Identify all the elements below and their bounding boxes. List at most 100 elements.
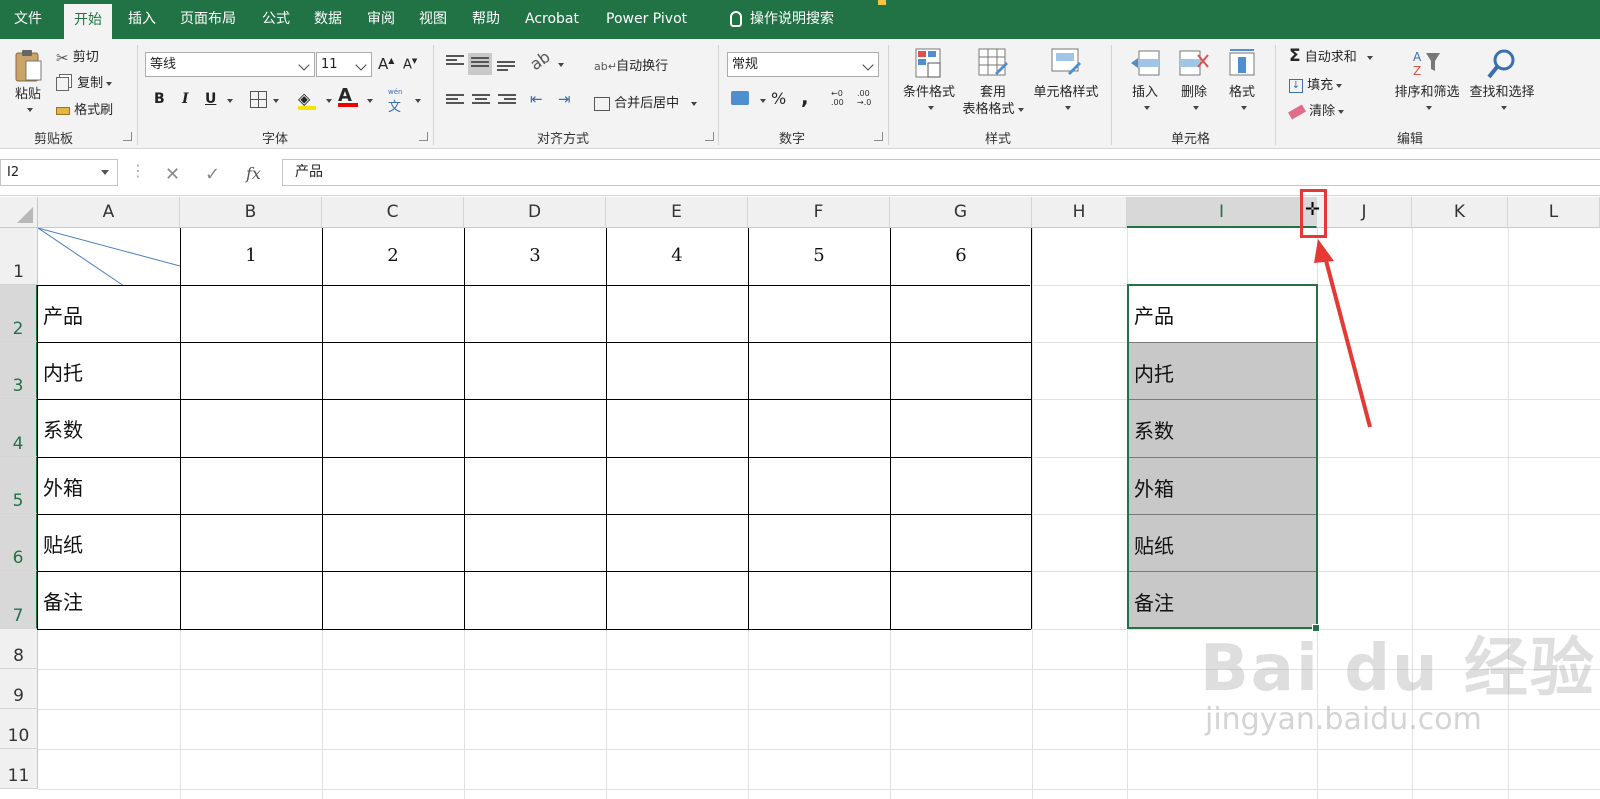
row-header-7[interactable]: 7 [0, 571, 38, 629]
tab-insert[interactable]: 插入 [128, 0, 156, 39]
row-label-cell[interactable]: 产品 [43, 300, 83, 329]
row-header-4[interactable]: 4 [0, 399, 38, 457]
row-header-9[interactable]: 9 [0, 669, 38, 709]
worksheet-grid[interactable]: ABCDEFGHIJKL 1 2 3 4 5 6 7 8 9 10 11 1 2 3 4 5 6 产品 内托 系数外… [0, 189, 1600, 799]
header-number-cell[interactable]: 4 [606, 245, 748, 266]
decrease-indent-icon[interactable]: ⇤ [530, 90, 543, 108]
number-format-select[interactable]: 常规 [727, 52, 879, 77]
font-name-select[interactable]: 等线 [145, 52, 315, 77]
row-header-8[interactable]: 8 [0, 629, 38, 669]
font-size-select[interactable]: 11 [316, 52, 372, 77]
row-label-cell[interactable]: 内托 [43, 357, 83, 386]
header-number-cell[interactable]: 3 [464, 245, 606, 266]
select-all-button[interactable] [0, 197, 38, 228]
column-header-k[interactable]: K [1412, 197, 1508, 228]
row-header-3[interactable]: 3 [0, 342, 38, 399]
wrap-text-button[interactable]: ab↵ 自动换行 [594, 55, 668, 74]
column-i-cell[interactable]: 内托 [1128, 342, 1316, 399]
increase-indent-icon[interactable]: ⇥ [558, 90, 571, 108]
tell-me-search[interactable]: 操作说明搜索 [730, 0, 834, 39]
row-header-11[interactable]: 11 [0, 749, 38, 789]
column-header-l[interactable]: L [1508, 197, 1600, 228]
dialog-launcher-icon[interactable] [123, 132, 132, 141]
delete-cells-button[interactable]: 删除 [1174, 47, 1214, 115]
format-as-table-button[interactable]: 套用 表格格式 [960, 47, 1026, 117]
currency-icon[interactable] [731, 91, 749, 105]
tab-help[interactable]: 帮助 [472, 0, 500, 39]
fill-color-button[interactable]: ◈ [298, 89, 316, 110]
paste-button[interactable]: 粘贴 [8, 47, 48, 117]
align-center-icon[interactable] [472, 94, 490, 108]
align-top-icon[interactable] [446, 55, 464, 69]
font-color-button[interactable]: A [338, 85, 358, 107]
sort-filter-button[interactable]: A Z 排序和筛选 [1388, 47, 1466, 115]
orientation-icon[interactable]: ab [526, 47, 553, 74]
tab-file[interactable]: 文件 [14, 0, 42, 39]
tab-review[interactable]: 审阅 [367, 0, 395, 39]
format-cells-button[interactable]: 格式 [1222, 47, 1262, 115]
cut-button[interactable]: ✂ 剪切 [56, 46, 99, 67]
align-middle-icon[interactable] [468, 53, 492, 75]
dialog-launcher-icon[interactable] [419, 132, 428, 141]
grow-font-button[interactable]: A▲ [378, 55, 394, 73]
dialog-launcher-icon[interactable] [705, 132, 714, 141]
copy-button[interactable]: 复制 [56, 72, 113, 91]
insert-function-button[interactable]: fx [246, 164, 261, 183]
format-painter-button[interactable]: 格式刷 [56, 99, 113, 118]
align-bottom-icon[interactable] [497, 61, 515, 75]
name-box[interactable]: I2 [0, 159, 118, 186]
insert-cells-button[interactable]: 插入 [1125, 47, 1165, 115]
column-i-cell[interactable]: 外箱 [1128, 457, 1316, 514]
tab-acrobat[interactable]: Acrobat [525, 0, 579, 39]
italic-button[interactable]: I [182, 91, 189, 107]
conditional-formatting-button[interactable]: 条件格式 [898, 47, 960, 115]
autosum-button[interactable]: Σ 自动求和 [1289, 46, 1373, 66]
formula-input[interactable]: 产品 [282, 159, 1600, 186]
bold-button[interactable]: B [154, 91, 165, 107]
decrease-decimal-icon[interactable]: .00 →.0 [857, 89, 871, 107]
tab-view[interactable]: 视图 [419, 0, 447, 39]
row-label-cell[interactable]: 备注 [43, 586, 83, 615]
phonetic-guide-button[interactable]: wén 文 [388, 89, 402, 116]
row-label-cell[interactable]: 外箱 [43, 472, 83, 501]
header-number-cell[interactable]: 2 [322, 245, 464, 266]
row-header-1[interactable]: 1 [0, 228, 38, 285]
find-select-button[interactable]: 查找和选择 [1464, 47, 1540, 115]
row-label-cell[interactable]: 贴纸 [43, 529, 83, 558]
merge-center-button[interactable]: 合并后居中 [594, 92, 698, 111]
cancel-icon[interactable]: ✕ [165, 164, 180, 185]
tab-power-pivot[interactable]: Power Pivot [606, 0, 687, 39]
row-header-10[interactable]: 10 [0, 709, 38, 749]
cell-styles-button[interactable]: 单元格样式 [1030, 47, 1102, 115]
column-header-d[interactable]: D [464, 197, 606, 228]
percent-button[interactable]: % [771, 89, 786, 108]
shrink-font-button[interactable]: A▼ [403, 57, 417, 72]
column-header-j[interactable]: J [1317, 197, 1412, 228]
dialog-launcher-icon[interactable] [874, 132, 883, 141]
header-number-cell[interactable]: 1 [180, 245, 322, 266]
fill-button[interactable]: ↓ 填充 [1289, 74, 1343, 93]
column-header-c[interactable]: C [322, 197, 464, 228]
align-right-icon[interactable] [498, 94, 516, 108]
column-i-cell[interactable]: 产品 [1128, 285, 1316, 342]
borders-button[interactable] [250, 91, 267, 108]
column-header-e[interactable]: E [606, 197, 748, 228]
row-label-cell[interactable]: 系数 [43, 414, 83, 443]
row-header-5[interactable]: 5 [0, 457, 38, 514]
header-number-cell[interactable]: 6 [890, 245, 1032, 266]
tab-formulas[interactable]: 公式 [262, 0, 290, 39]
clear-button[interactable]: 清除 [1288, 100, 1345, 119]
column-header-b[interactable]: B [180, 197, 322, 228]
tab-home[interactable]: 开始 [64, 4, 112, 39]
header-number-cell[interactable]: 5 [748, 245, 890, 266]
enter-check-icon[interactable]: ✓ [205, 164, 220, 185]
increase-decimal-icon[interactable]: ←0.00 [831, 89, 844, 107]
column-header-i[interactable]: I [1127, 197, 1317, 228]
comma-button[interactable]: , [801, 85, 809, 109]
column-i-cell[interactable]: 贴纸 [1128, 514, 1316, 571]
column-header-a[interactable]: A [38, 197, 180, 228]
column-header-g[interactable]: G [890, 197, 1032, 228]
column-header-f[interactable]: F [748, 197, 890, 228]
column-header-h[interactable]: H [1032, 197, 1127, 228]
column-i-cell[interactable]: 系数 [1128, 399, 1316, 457]
